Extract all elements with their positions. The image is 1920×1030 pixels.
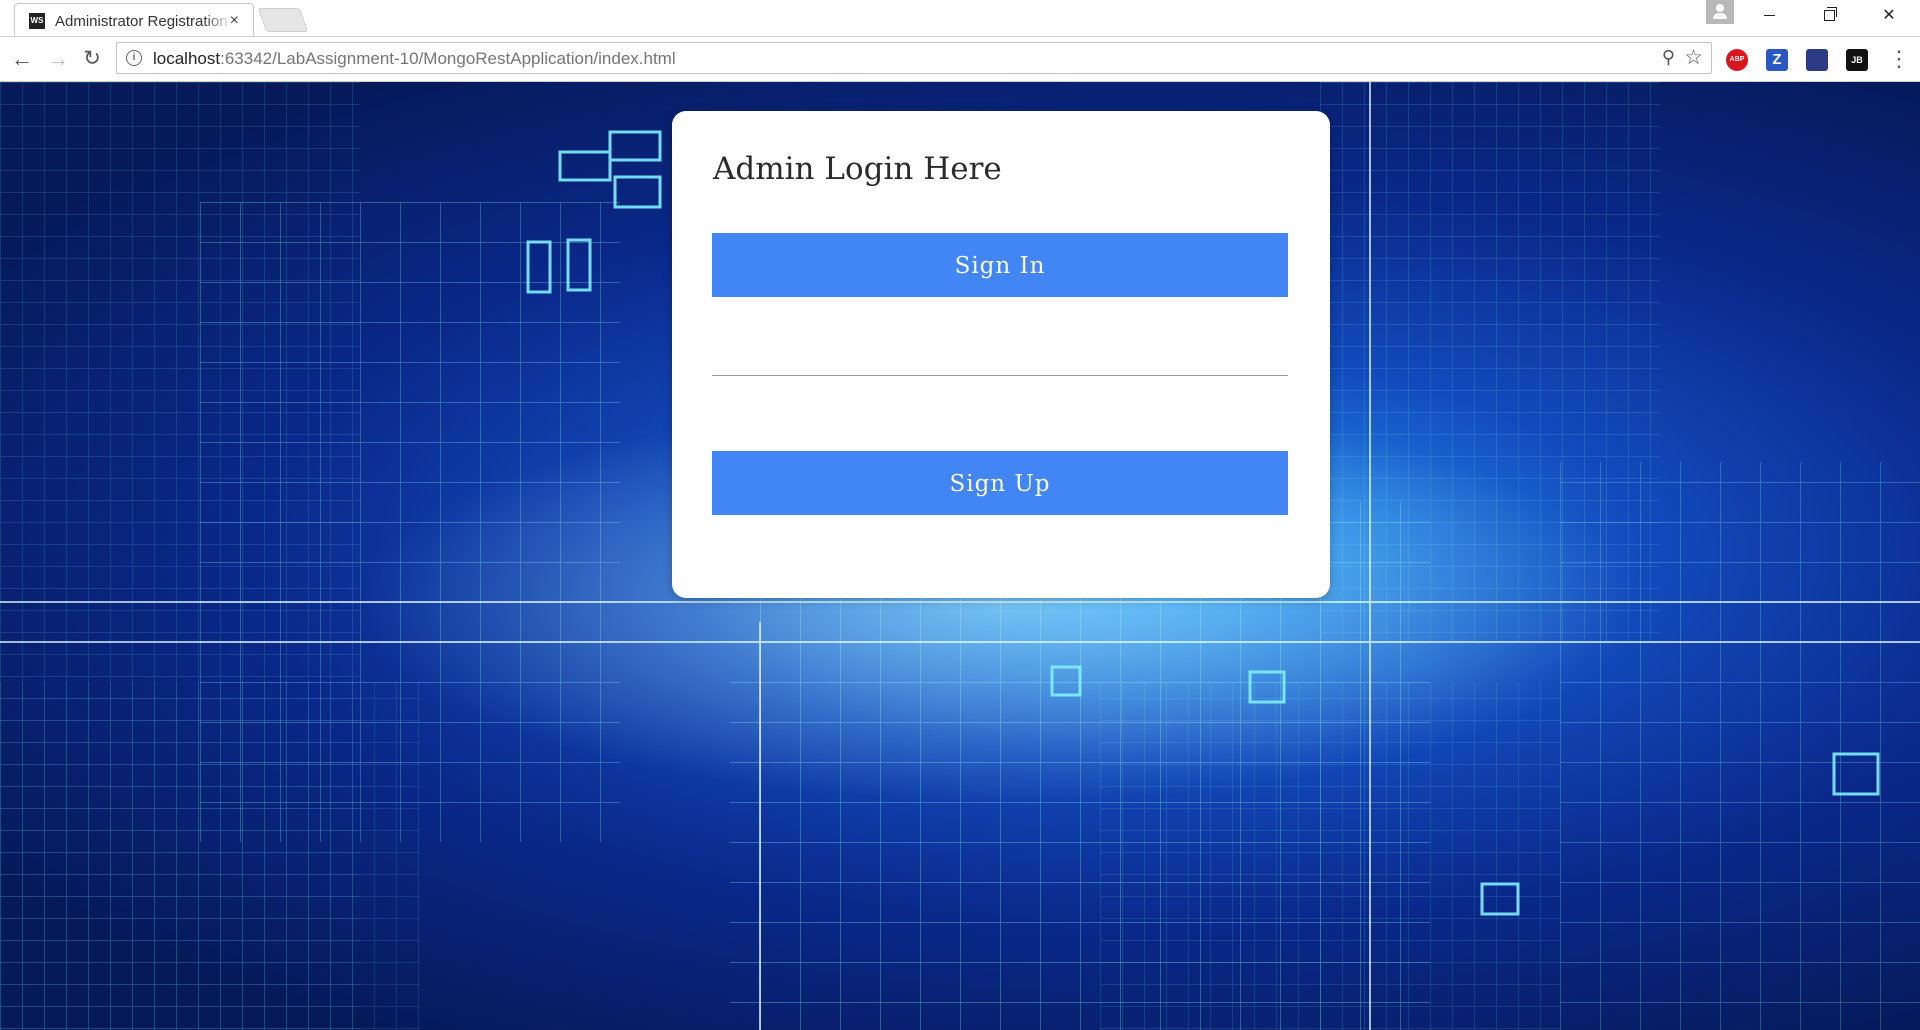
minimize-icon bbox=[1763, 15, 1775, 17]
new-tab-button[interactable] bbox=[257, 8, 309, 32]
url-host: localhost bbox=[153, 49, 221, 68]
bookmark-star-icon[interactable]: ☆ bbox=[1684, 45, 1703, 70]
profile-icon[interactable] bbox=[1706, 0, 1734, 24]
jetbrains-extension-icon[interactable]: JB bbox=[1846, 49, 1868, 71]
reload-icon[interactable]: ↻ bbox=[78, 45, 106, 73]
zoom-icon[interactable]: ⚲ bbox=[1662, 47, 1675, 68]
zotero-extension-icon[interactable]: Z bbox=[1766, 49, 1788, 71]
webstorm-favicon-icon: WS bbox=[29, 13, 45, 29]
minimize-button[interactable] bbox=[1746, 0, 1792, 32]
address-bar[interactable]: i localhost:63342/LabAssignment-10/Mongo… bbox=[116, 42, 1712, 74]
sign-in-button[interactable]: Sign In bbox=[712, 233, 1288, 297]
page-viewport: Admin Login Here Sign In Sign Up bbox=[0, 82, 1920, 1030]
browser-menu-icon[interactable]: ⋮ bbox=[1888, 47, 1910, 71]
site-info-icon[interactable]: i bbox=[126, 50, 142, 66]
url-text[interactable]: localhost:63342/LabAssignment-10/MongoRe… bbox=[153, 49, 676, 69]
tab-administrator-registration[interactable]: WS Administrator Registration × bbox=[14, 3, 254, 36]
forward-arrow-icon[interactable]: → bbox=[44, 45, 72, 73]
window-close-button[interactable]: ✕ bbox=[1866, 0, 1912, 32]
back-arrow-icon[interactable]: ← bbox=[8, 45, 36, 73]
tab-close-icon[interactable]: × bbox=[230, 12, 239, 30]
admin-login-card: Admin Login Here Sign In Sign Up bbox=[672, 111, 1330, 598]
tab-title: Administrator Registration bbox=[55, 13, 233, 30]
browser-window: WS Administrator Registration × ✕ ← → ↻ … bbox=[0, 0, 1920, 1030]
url-path: :63342/LabAssignment-10/MongoRestApplica… bbox=[220, 49, 676, 68]
sign-up-button[interactable]: Sign Up bbox=[712, 451, 1288, 515]
browser-toolbar: ← → ↻ i localhost:63342/LabAssignment-10… bbox=[0, 37, 1920, 82]
adblock-extension-icon[interactable]: ABP bbox=[1726, 49, 1748, 71]
tab-strip: WS Administrator Registration × ✕ bbox=[0, 0, 1920, 37]
divider bbox=[712, 375, 1288, 376]
page-title: Admin Login Here bbox=[713, 151, 1002, 187]
restore-button[interactable] bbox=[1806, 0, 1852, 32]
extension-icon[interactable] bbox=[1806, 49, 1828, 71]
restore-icon bbox=[1823, 7, 1837, 22]
